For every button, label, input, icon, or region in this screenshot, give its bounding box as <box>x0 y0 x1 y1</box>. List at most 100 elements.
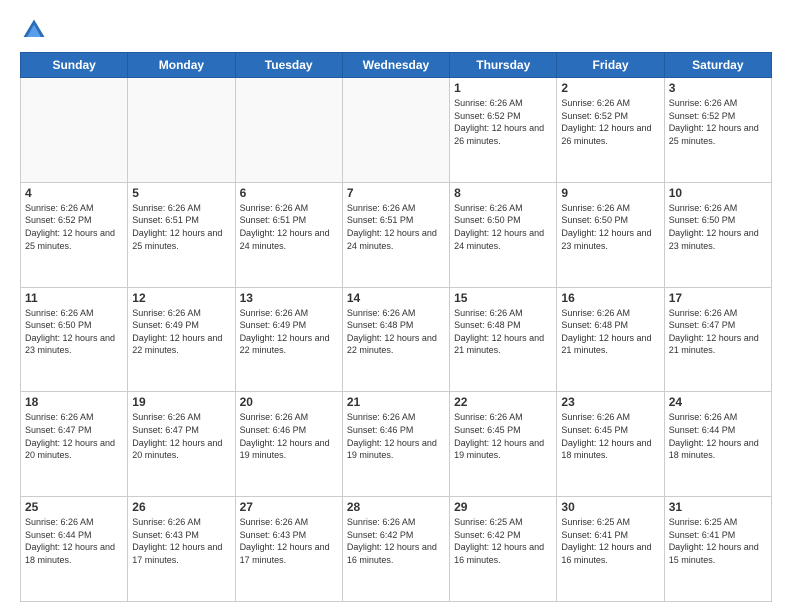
calendar-cell: 28Sunrise: 6:26 AMSunset: 6:42 PMDayligh… <box>342 497 449 602</box>
day-info: Sunrise: 6:26 AMSunset: 6:45 PMDaylight:… <box>454 411 552 461</box>
day-info: Sunrise: 6:26 AMSunset: 6:44 PMDaylight:… <box>669 411 767 461</box>
day-number: 4 <box>25 186 123 200</box>
day-number: 1 <box>454 81 552 95</box>
day-info: Sunrise: 6:26 AMSunset: 6:50 PMDaylight:… <box>25 307 123 357</box>
calendar-cell: 14Sunrise: 6:26 AMSunset: 6:48 PMDayligh… <box>342 287 449 392</box>
calendar-cell <box>21 78 128 183</box>
day-info: Sunrise: 6:26 AMSunset: 6:52 PMDaylight:… <box>669 97 767 147</box>
calendar-cell: 27 Sunrise: 6:26 AMSunset: 6:43 PMDayligh… <box>235 497 342 602</box>
day-number: 28 <box>347 500 445 514</box>
day-info: Sunrise: 6:26 AMSunset: 6:51 PMDaylight:… <box>132 202 230 252</box>
day-info: Sunrise: 6:26 AMSunset: 6:52 PMDaylight:… <box>25 202 123 252</box>
week-row-4: 18 Sunrise: 6:26 AMSunset: 6:47 PMDayligh… <box>21 392 772 497</box>
day-number: 21 <box>347 395 445 409</box>
day-info: Sunrise: 6:26 AMSunset: 6:47 PMDaylight:… <box>669 307 767 357</box>
calendar-cell: 31 Sunrise: 6:25 AMSunset: 6:41 PMDayligh… <box>664 497 771 602</box>
calendar-cell: 19Sunrise: 6:26 AMSunset: 6:47 PMDayligh… <box>128 392 235 497</box>
day-info: Sunrise: 6:25 AMSunset: 6:42 PMDaylight:… <box>454 516 552 566</box>
day-number: 27 <box>240 500 338 514</box>
day-info: Sunrise: 6:26 AMSunset: 6:44 PMDaylight:… <box>25 516 123 566</box>
day-info: Sunrise: 6:26 AMSunset: 6:48 PMDaylight:… <box>347 307 445 357</box>
day-info: Sunrise: 6:26 AMSunset: 6:43 PMDaylight:… <box>240 516 338 566</box>
day-header-thursday: Thursday <box>450 53 557 78</box>
calendar-cell: 4 Sunrise: 6:26 AMSunset: 6:52 PMDaylight… <box>21 182 128 287</box>
day-info: Sunrise: 6:26 AMSunset: 6:45 PMDaylight:… <box>561 411 659 461</box>
day-number: 30 <box>561 500 659 514</box>
day-info: Sunrise: 6:26 AMSunset: 6:46 PMDaylight:… <box>240 411 338 461</box>
day-info: Sunrise: 6:26 AMSunset: 6:49 PMDaylight:… <box>132 307 230 357</box>
day-number: 15 <box>454 291 552 305</box>
calendar-cell: 5 Sunrise: 6:26 AMSunset: 6:51 PMDaylight… <box>128 182 235 287</box>
calendar-cell: 25 Sunrise: 6:26 AMSunset: 6:44 PMDayligh… <box>21 497 128 602</box>
calendar-cell <box>128 78 235 183</box>
week-row-3: 11 Sunrise: 6:26 AMSunset: 6:50 PMDayligh… <box>21 287 772 392</box>
day-number: 10 <box>669 186 767 200</box>
day-number: 9 <box>561 186 659 200</box>
calendar-cell: 8 Sunrise: 6:26 AMSunset: 6:50 PMDaylight… <box>450 182 557 287</box>
day-number: 24 <box>669 395 767 409</box>
calendar-cell: 20 Sunrise: 6:26 AMSunset: 6:46 PMDayligh… <box>235 392 342 497</box>
calendar-cell: 17 Sunrise: 6:26 AMSunset: 6:47 PMDayligh… <box>664 287 771 392</box>
day-header-saturday: Saturday <box>664 53 771 78</box>
day-number: 13 <box>240 291 338 305</box>
calendar-cell: 26 Sunrise: 6:26 AMSunset: 6:43 PMDayligh… <box>128 497 235 602</box>
day-number: 20 <box>240 395 338 409</box>
week-row-2: 4 Sunrise: 6:26 AMSunset: 6:52 PMDaylight… <box>21 182 772 287</box>
calendar-cell: 15Sunrise: 6:26 AMSunset: 6:48 PMDayligh… <box>450 287 557 392</box>
day-number: 22 <box>454 395 552 409</box>
day-number: 16 <box>561 291 659 305</box>
page: SundayMondayTuesdayWednesdayThursdayFrid… <box>0 0 792 612</box>
day-number: 26 <box>132 500 230 514</box>
calendar-cell: 16 Sunrise: 6:26 AMSunset: 6:48 PMDayligh… <box>557 287 664 392</box>
days-header-row: SundayMondayTuesdayWednesdayThursdayFrid… <box>21 53 772 78</box>
calendar-cell: 11 Sunrise: 6:26 AMSunset: 6:50 PMDayligh… <box>21 287 128 392</box>
calendar-cell: 21Sunrise: 6:26 AMSunset: 6:46 PMDayligh… <box>342 392 449 497</box>
day-number: 2 <box>561 81 659 95</box>
day-number: 6 <box>240 186 338 200</box>
calendar-cell: 12 Sunrise: 6:26 AMSunset: 6:49 PMDayligh… <box>128 287 235 392</box>
day-info: Sunrise: 6:26 AMSunset: 6:43 PMDaylight:… <box>132 516 230 566</box>
calendar-cell: 22 Sunrise: 6:26 AMSunset: 6:45 PMDayligh… <box>450 392 557 497</box>
day-number: 5 <box>132 186 230 200</box>
day-info: Sunrise: 6:26 AMSunset: 6:48 PMDaylight:… <box>561 307 659 357</box>
day-header-wednesday: Wednesday <box>342 53 449 78</box>
day-info: Sunrise: 6:26 AMSunset: 6:50 PMDaylight:… <box>454 202 552 252</box>
day-info: Sunrise: 6:25 AMSunset: 6:41 PMDaylight:… <box>669 516 767 566</box>
day-info: Sunrise: 6:26 AMSunset: 6:52 PMDaylight:… <box>561 97 659 147</box>
calendar-cell: 9 Sunrise: 6:26 AMSunset: 6:50 PMDaylight… <box>557 182 664 287</box>
day-info: Sunrise: 6:26 AMSunset: 6:51 PMDaylight:… <box>347 202 445 252</box>
calendar-cell: 30Sunrise: 6:25 AMSunset: 6:41 PMDayligh… <box>557 497 664 602</box>
day-number: 12 <box>132 291 230 305</box>
day-info: Sunrise: 6:26 AMSunset: 6:51 PMDaylight:… <box>240 202 338 252</box>
day-header-friday: Friday <box>557 53 664 78</box>
day-number: 31 <box>669 500 767 514</box>
day-header-tuesday: Tuesday <box>235 53 342 78</box>
day-number: 11 <box>25 291 123 305</box>
day-info: Sunrise: 6:26 AMSunset: 6:47 PMDaylight:… <box>132 411 230 461</box>
day-number: 29 <box>454 500 552 514</box>
calendar-cell: 18 Sunrise: 6:26 AMSunset: 6:47 PMDayligh… <box>21 392 128 497</box>
calendar-cell: 1Sunrise: 6:26 AMSunset: 6:52 PMDaylight… <box>450 78 557 183</box>
calendar-cell: 23 Sunrise: 6:26 AMSunset: 6:45 PMDayligh… <box>557 392 664 497</box>
header <box>20 16 772 44</box>
week-row-1: 1 Sunrise: 6:26 AMSunset: 6:52 PMDaylight… <box>21 78 772 183</box>
day-header-monday: Monday <box>128 53 235 78</box>
day-header-sunday: Sunday <box>21 53 128 78</box>
day-number: 7 <box>347 186 445 200</box>
calendar-table: SundayMondayTuesdayWednesdayThursdayFrid… <box>20 52 772 602</box>
calendar-cell: 6 Sunrise: 6:26 AMSunset: 6:51 PMDaylight… <box>235 182 342 287</box>
calendar-cell <box>235 78 342 183</box>
day-info: Sunrise: 6:26 AMSunset: 6:50 PMDaylight:… <box>561 202 659 252</box>
calendar-body: 1 Sunrise: 6:26 AMSunset: 6:52 PMDaylight… <box>21 78 772 602</box>
day-number: 25 <box>25 500 123 514</box>
day-info: Sunrise: 6:26 AMSunset: 6:50 PMDaylight:… <box>669 202 767 252</box>
calendar-cell: 7 Sunrise: 6:26 AMSunset: 6:51 PMDaylight… <box>342 182 449 287</box>
day-number: 18 <box>25 395 123 409</box>
day-number: 3 <box>669 81 767 95</box>
logo-icon <box>20 16 48 44</box>
day-number: 23 <box>561 395 659 409</box>
day-info: Sunrise: 6:26 AMSunset: 6:47 PMDaylight:… <box>25 411 123 461</box>
day-number: 8 <box>454 186 552 200</box>
week-row-5: 25 Sunrise: 6:26 AMSunset: 6:44 PMDayligh… <box>21 497 772 602</box>
day-number: 17 <box>669 291 767 305</box>
